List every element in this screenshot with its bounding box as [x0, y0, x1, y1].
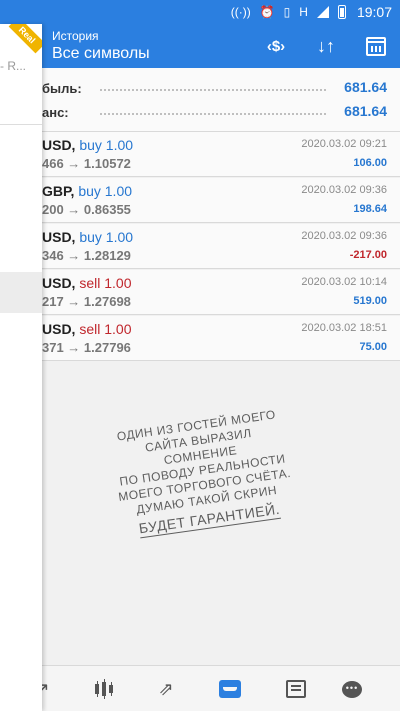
deal-row[interactable]: USD, buy 1.00 466 → 1.10572 2020.03.02 0… [0, 132, 400, 177]
symbols-icon[interactable]: ‹$› [262, 32, 290, 60]
profit-row: быль: 681.64 [0, 78, 400, 100]
toolbar-subtitle: История [52, 29, 99, 43]
deal-prices: 371 → 1.27796 [42, 340, 131, 355]
balance-row: анс: 681.64 [0, 102, 400, 124]
divider [0, 124, 42, 125]
chart-icon[interactable] [90, 675, 118, 703]
deal-symbol: USD, [42, 229, 80, 245]
deal-row[interactable]: USD, buy 1.00 346 → 1.28129 2020.03.02 0… [0, 224, 400, 269]
balance-value: 681.64 [344, 103, 387, 119]
deal-date: 2020.03.02 09:36 [301, 230, 387, 242]
drawer-selected-item[interactable] [0, 272, 42, 313]
history-content: быль: 681.64 анс: 681.64 USD, buy 1.00 4… [0, 68, 400, 665]
summary-panel: быль: 681.64 анс: 681.64 [0, 68, 400, 132]
dotted-leader [100, 113, 326, 115]
deal-type: buy 1.00 [78, 183, 133, 199]
deal-row[interactable]: GBP, buy 1.00 200 → 0.86355 2020.03.02 0… [0, 178, 400, 223]
deal-symbol: USD, [42, 321, 80, 337]
chat-icon[interactable]: ••• [338, 675, 366, 703]
alarm-icon: ⏰ [259, 5, 275, 19]
app-toolbar: История Все символы ‹$› ↓↑ [0, 24, 400, 68]
deal-profit: 75.00 [359, 341, 387, 353]
network-type: H [299, 5, 308, 19]
navigation-drawer[interactable]: Real - R... [0, 24, 42, 711]
hotspot-icon: ((·)) [230, 5, 251, 19]
bottom-navigation: ↗ ⇗ ••• [0, 665, 400, 711]
deal-prices: 217 → 1.27698 [42, 294, 131, 309]
deal-symbol: GBP, [42, 183, 79, 199]
trade-icon[interactable]: ⇗ [152, 675, 180, 703]
calendar-icon[interactable] [362, 32, 390, 60]
profit-value: 681.64 [344, 79, 387, 95]
sort-icon[interactable]: ↓↑ [312, 32, 340, 60]
status-bar: ((·)) ⏰ ▯ H 19:07 [0, 0, 400, 24]
news-icon[interactable] [282, 675, 310, 703]
deal-date: 2020.03.02 18:51 [301, 322, 387, 334]
clock: 19:07 [356, 4, 392, 20]
deal-symbol: USD, [42, 137, 80, 153]
profit-label: быль: [42, 81, 82, 96]
deal-profit: 106.00 [353, 157, 387, 169]
deal-prices: 466 → 1.10572 [42, 156, 131, 171]
signal-icon [316, 6, 329, 18]
dotted-leader [100, 89, 326, 91]
deal-type: buy 1.00 [79, 229, 134, 245]
deal-prices: 346 → 1.28129 [42, 248, 131, 263]
deal-profit: 198.64 [353, 203, 387, 215]
deal-date: 2020.03.02 09:21 [301, 138, 387, 150]
deal-date: 2020.03.02 09:36 [301, 184, 387, 196]
deal-prices: 200 → 0.86355 [42, 202, 131, 217]
deal-type: sell 1.00 [79, 321, 132, 337]
balance-label: анс: [42, 105, 69, 120]
deal-row[interactable]: USD, sell 1.00 371 → 1.27796 2020.03.02 … [0, 316, 400, 361]
deal-date: 2020.03.02 10:14 [301, 276, 387, 288]
deal-type: buy 1.00 [79, 137, 134, 153]
vibrate-icon: ▯ [283, 5, 291, 19]
deal-row[interactable]: USD, sell 1.00 217 → 1.27698 2020.03.02 … [0, 270, 400, 315]
history-icon[interactable] [216, 675, 244, 703]
deal-type: sell 1.00 [79, 275, 132, 291]
real-account-badge: Real [8, 24, 42, 54]
battery-icon [337, 5, 346, 19]
deal-profit: 519.00 [353, 295, 387, 307]
deal-symbol: USD, [42, 275, 80, 291]
deal-profit: -217.00 [349, 249, 387, 261]
account-name[interactable]: - R... [0, 59, 26, 73]
toolbar-title[interactable]: Все символы [52, 45, 150, 63]
